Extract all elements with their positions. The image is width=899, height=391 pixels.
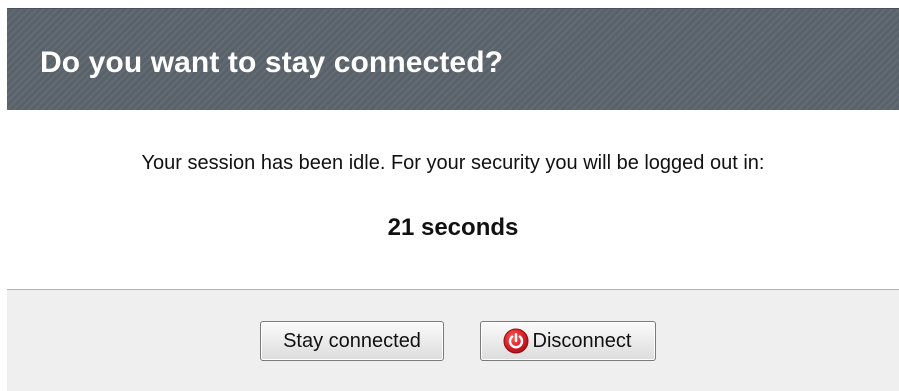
stay-connected-button[interactable]: Stay connected [260,321,444,361]
idle-message: Your session has been idle. For your sec… [141,152,765,174]
power-icon [503,328,529,354]
dialog-footer: Stay connected Disconnect [7,289,899,391]
disconnect-button[interactable]: Disconnect [480,321,656,361]
dialog-body: Your session has been idle. For your sec… [7,110,899,289]
dialog-title: Do you want to stay connected? [40,46,504,79]
session-timeout-dialog: Do you want to stay connected? Your sess… [0,0,899,391]
dialog-header: Do you want to stay connected? [7,8,899,110]
stay-connected-label: Stay connected [283,329,421,352]
countdown-timer: 21 seconds [387,214,519,241]
disconnect-label: Disconnect [532,329,632,352]
